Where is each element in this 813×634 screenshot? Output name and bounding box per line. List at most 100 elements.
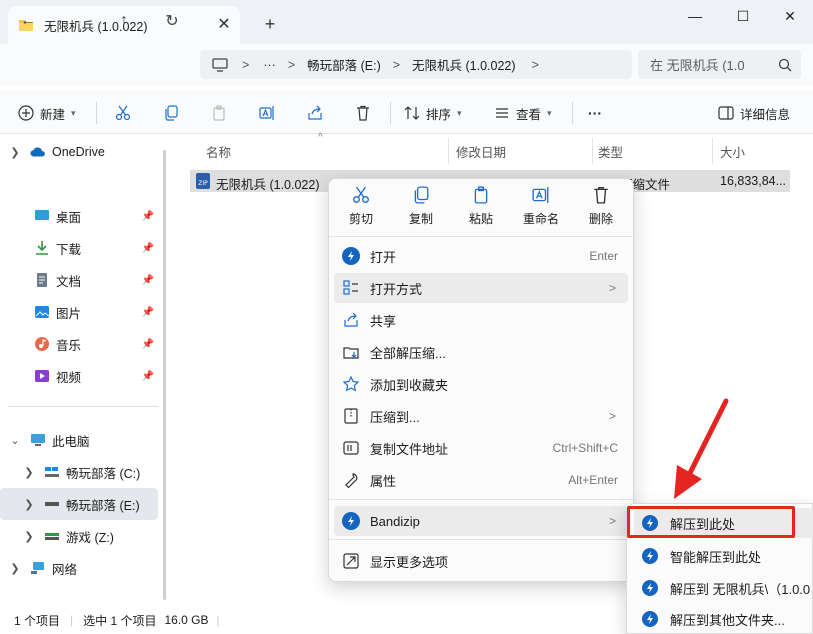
- pin-icon[interactable]: 📌: [142, 307, 154, 318]
- pin-icon[interactable]: 📌: [142, 339, 154, 350]
- copy-path-icon: [342, 439, 360, 457]
- column-header-modified[interactable]: 修改日期: [456, 142, 506, 161]
- chevron-right-icon: ❯: [24, 498, 34, 511]
- sidebar-item-quick-access[interactable]: 音乐 📌: [0, 328, 158, 360]
- sidebar-item-label: 畅玩部落 (E:): [66, 498, 140, 513]
- context-rename-label: 重命名: [522, 212, 559, 226]
- delete-icon[interactable]: [352, 100, 374, 126]
- more-options-button[interactable]: ···: [588, 100, 602, 126]
- music-icon: [34, 337, 50, 351]
- back-icon[interactable]: ←: [12, 8, 44, 34]
- cut-icon: [352, 186, 370, 204]
- chevron-right-icon: ❯: [24, 530, 34, 543]
- bandizip-icon: [642, 611, 658, 627]
- sort-button[interactable]: 排序 ▾: [404, 100, 462, 126]
- menu-item-share[interactable]: 共享: [334, 305, 628, 335]
- pin-icon[interactable]: 📌: [142, 243, 154, 254]
- column-header-type[interactable]: 类型: [598, 142, 623, 161]
- menu-item-compress[interactable]: 压缩到... >: [334, 401, 628, 431]
- pin-icon[interactable]: 📌: [142, 275, 154, 286]
- sidebar-item-quick-access[interactable]: 桌面 📌: [0, 200, 158, 232]
- submenu-item-label: 智能解压到此处: [670, 549, 762, 565]
- pictures-icon: [34, 305, 50, 319]
- address-bar[interactable]: > ··· > 畅玩部落 (E:) > 无限机兵 (1.0.022) >: [200, 50, 632, 79]
- sidebar-item-quick-access[interactable]: 下载 📌: [0, 232, 158, 264]
- submenu-item-label: 解压到其他文件夹...: [670, 612, 785, 628]
- breadcrumb-more[interactable]: ···: [263, 58, 276, 72]
- drive-icon: [44, 497, 60, 511]
- submenu-item-extract-other[interactable]: 解压到其他文件夹...: [634, 604, 813, 634]
- menu-item-bandizip[interactable]: Bandizip >: [334, 506, 628, 536]
- refresh-icon[interactable]: ↻: [156, 8, 188, 34]
- context-rename-button[interactable]: 重命名: [512, 186, 570, 230]
- file-name: 无限机兵 (1.0.022): [216, 178, 320, 192]
- sidebar-item-this-pc[interactable]: ⌄ 此电脑: [0, 424, 158, 456]
- chevron-right-icon: ❯: [24, 466, 34, 479]
- sidebar-item-quick-access[interactable]: 文档 📌: [0, 264, 158, 296]
- sidebar-scrollbar[interactable]: [163, 150, 166, 600]
- context-cut-button[interactable]: 剪切: [332, 186, 390, 230]
- details-button[interactable]: 详细信息: [718, 100, 790, 126]
- annotation-arrow-icon: [674, 398, 729, 499]
- menu-item-extract-all[interactable]: 全部解压缩...: [334, 337, 628, 367]
- details-pane-icon: [718, 105, 734, 121]
- minimize-button[interactable]: —: [672, 0, 718, 32]
- sidebar-item-label: OneDrive: [52, 145, 105, 159]
- chevron-down-icon: ⌄: [10, 434, 20, 447]
- paste-icon[interactable]: [208, 100, 230, 126]
- column-header-size[interactable]: 大小: [720, 142, 745, 161]
- menu-item-copy-path[interactable]: 复制文件地址 Ctrl+Shift+C: [334, 433, 628, 463]
- column-header-name[interactable]: 名称: [206, 142, 231, 161]
- sidebar-item-drive-c[interactable]: ❯ 畅玩部落 (C:): [0, 456, 158, 488]
- sidebar-item-quick-access[interactable]: 视频 📌: [0, 360, 158, 392]
- submenu-item-smart-extract[interactable]: 智能解压到此处: [634, 541, 813, 571]
- new-tab-button[interactable]: +: [256, 10, 284, 38]
- context-cut-label: 剪切: [348, 212, 373, 226]
- tab-close-icon[interactable]: ✕: [212, 12, 236, 36]
- context-copy-button[interactable]: 复制: [392, 186, 450, 230]
- new-button[interactable]: 新建 ▾: [18, 100, 76, 126]
- sidebar-item-network[interactable]: ❯ 网络: [0, 552, 158, 584]
- menu-item-open[interactable]: 打开 Enter: [334, 241, 628, 271]
- menu-item-label: 复制文件地址: [370, 441, 449, 457]
- chevron-down-icon: ▾: [71, 107, 76, 118]
- pin-icon[interactable]: 📌: [142, 371, 154, 382]
- menu-item-properties[interactable]: 属性 Alt+Enter: [334, 465, 628, 495]
- status-divider: |: [70, 613, 74, 627]
- up-icon[interactable]: ↑: [108, 8, 140, 34]
- cut-icon[interactable]: [112, 100, 134, 126]
- sidebar-item-label: 桌面: [56, 210, 82, 225]
- sidebar-item-label: 下载: [56, 242, 82, 257]
- sidebar-item-drive-z[interactable]: ❯ 游戏 (Z:): [0, 520, 158, 552]
- share-icon: [342, 311, 360, 329]
- sidebar-item-quick-access[interactable]: 图片 📌: [0, 296, 158, 328]
- pin-icon[interactable]: 📌: [142, 211, 154, 222]
- context-delete-button[interactable]: 删除: [572, 186, 630, 230]
- menu-item-label: 压缩到...: [370, 409, 420, 425]
- menu-item-label: 共享: [370, 313, 397, 329]
- sidebar-item-drive-e[interactable]: ❯ 畅玩部落 (E:): [0, 488, 158, 520]
- cloud-icon: [30, 145, 46, 159]
- context-paste-button[interactable]: 粘贴: [452, 186, 510, 230]
- menu-item-add-favorites[interactable]: 添加到收藏夹: [334, 369, 628, 399]
- close-button[interactable]: ✕: [767, 0, 813, 32]
- forward-icon[interactable]: →: [60, 8, 92, 34]
- breadcrumb-folder[interactable]: 无限机兵 (1.0.022): [412, 55, 516, 74]
- submenu-item-extract-to-folder[interactable]: 解压到 无限机兵\（1.0.0: [634, 573, 813, 603]
- menu-item-label: 添加到收藏夹: [370, 377, 449, 393]
- view-button[interactable]: 查看 ▾: [494, 100, 552, 126]
- compress-icon: [342, 407, 360, 425]
- copy-icon[interactable]: [160, 100, 182, 126]
- sidebar-item-onedrive[interactable]: ❯ OneDrive: [0, 136, 158, 168]
- menu-item-open-with[interactable]: 打开方式 >: [334, 273, 628, 303]
- download-icon: [34, 241, 50, 255]
- file-size: 16,833,84...: [720, 174, 787, 188]
- rename-icon[interactable]: [256, 100, 278, 126]
- maximize-button[interactable]: ☐: [720, 0, 766, 32]
- video-icon: [34, 369, 50, 383]
- breadcrumb-drive[interactable]: 畅玩部落 (E:): [307, 55, 381, 74]
- sort-icon: [404, 105, 420, 121]
- sidebar-item-label: 图片: [56, 306, 82, 321]
- share-icon[interactable]: [304, 100, 326, 126]
- menu-item-show-more[interactable]: 显示更多选项: [334, 546, 628, 576]
